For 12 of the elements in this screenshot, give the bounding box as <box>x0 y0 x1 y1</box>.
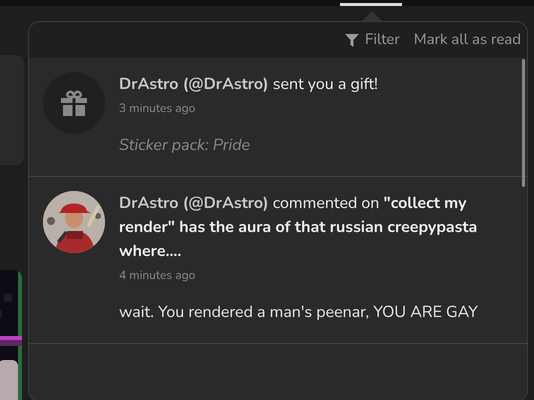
notification-text[interactable]: DrAstro (@DrAstro) sent you a gift! <box>119 72 493 96</box>
gift-icon <box>59 88 89 118</box>
filter-icon <box>344 33 359 47</box>
notification-text[interactable]: DrAstro (@DrAstro) commented on "collect my render" has the aura of that russian creepypasta where.... <box>119 191 493 263</box>
comment-text: wait. You rendered a man's peenar, YOU ARE GAY <box>119 300 479 325</box>
gift-description: Sticker pack: Pride <box>119 133 252 158</box>
scrollbar[interactable] <box>522 59 525 187</box>
mark-all-read-button[interactable]: Mark all as read <box>414 30 521 50</box>
timestamp: 3 minutes ago <box>119 101 196 117</box>
timestamp: 4 minutes ago <box>119 268 196 284</box>
filter-button[interactable]: Filter <box>344 30 400 50</box>
active-tab-indicator <box>340 3 402 6</box>
